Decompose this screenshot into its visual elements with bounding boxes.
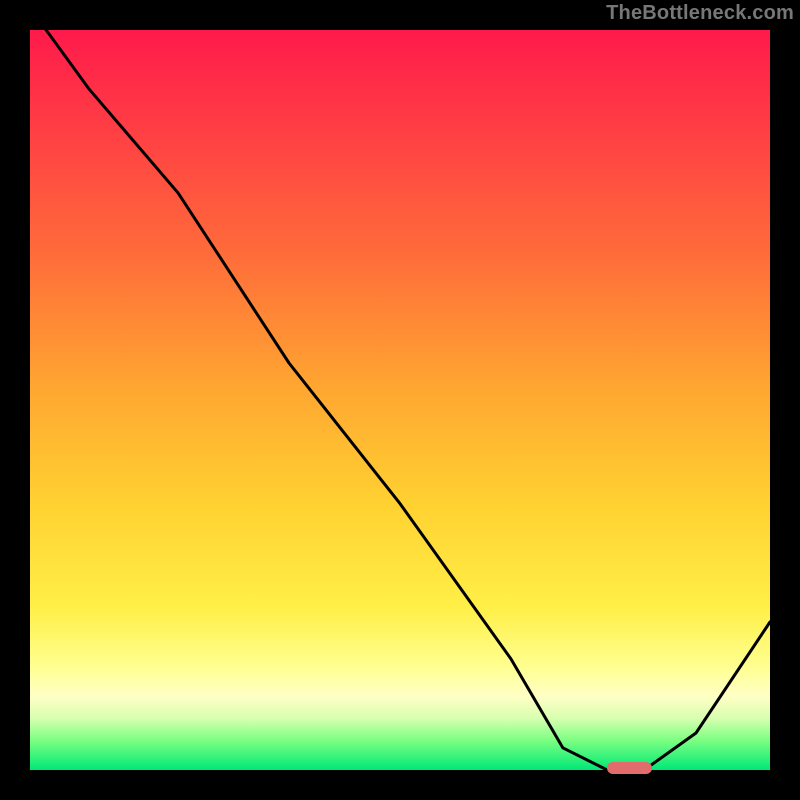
curve-svg xyxy=(30,30,770,770)
optimal-zone-marker xyxy=(607,762,651,774)
plot-area xyxy=(30,30,770,770)
watermark-text: TheBottleneck.com xyxy=(606,2,794,25)
bottleneck-curve-path xyxy=(30,8,770,770)
chart-frame: TheBottleneck.com xyxy=(0,0,800,800)
